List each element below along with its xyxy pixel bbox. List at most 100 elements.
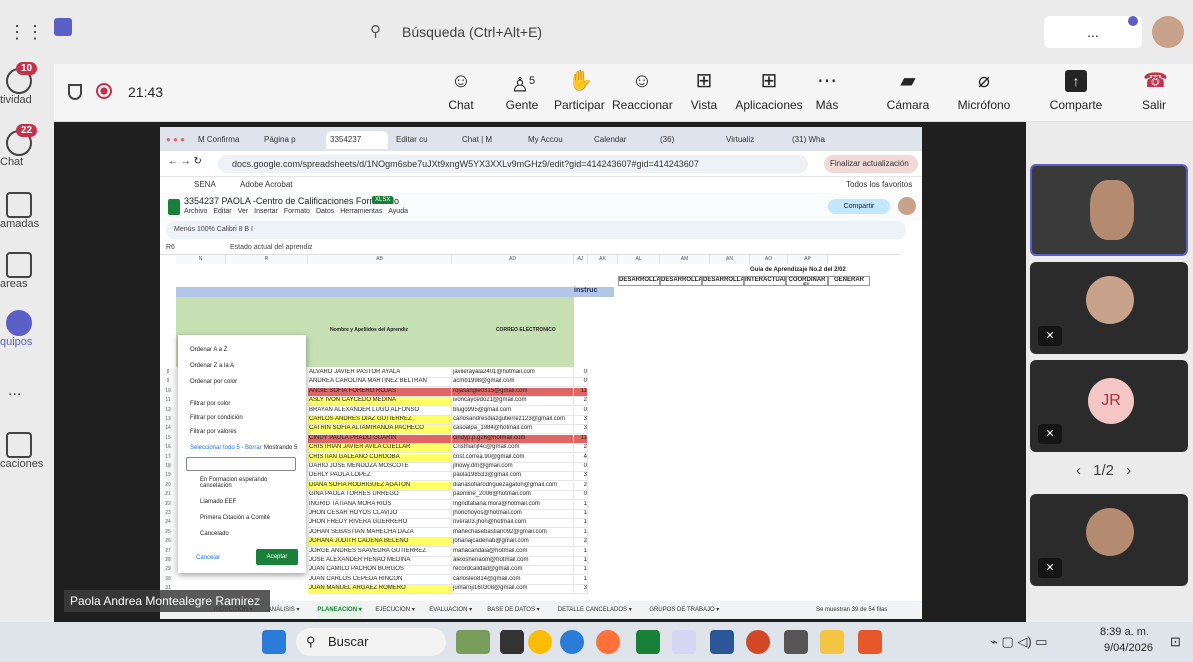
email-cell[interactable]: alexishenaom@hotmail.com — [452, 557, 574, 566]
count-cell[interactable]: 1 — [574, 547, 588, 557]
email-cell[interactable]: johanajcadenab@gmail.com — [452, 538, 574, 548]
notifications-icon[interactable]: ⊡ — [1170, 634, 1181, 650]
firefox-icon[interactable] — [596, 630, 620, 654]
sheet-tab[interactable]: EJECUCION ▾ — [375, 601, 414, 619]
browser-tab[interactable]: Chat | M — [458, 131, 520, 149]
count-cell[interactable]: 2 — [574, 444, 588, 454]
row-number[interactable]: 28 — [160, 557, 176, 566]
count-cell[interactable]: 2 — [574, 481, 588, 491]
student-name-cell[interactable]: JUAN MANUEL ARGAEZ ROMERO — [308, 585, 452, 595]
column-header[interactable]: AB — [308, 255, 452, 264]
count-cell[interactable]: 3 — [574, 472, 588, 482]
column-header[interactable]: AD — [452, 255, 574, 264]
row-number[interactable]: 23 — [160, 510, 176, 519]
row-number[interactable]: 17 — [160, 453, 176, 463]
student-name-cell[interactable]: ANDREA CAROLINA MARTINEZ BELTRAN — [308, 378, 452, 388]
column-header[interactable]: AP — [788, 255, 828, 264]
row-number[interactable]: 25 — [160, 528, 176, 538]
sheet-tab[interactable]: BASE DE DATOS ▾ — [487, 601, 539, 619]
camera-app-icon[interactable] — [784, 630, 808, 654]
row-number[interactable]: 11 — [160, 397, 176, 407]
accept-filter-button[interactable]: Aceptar — [256, 549, 298, 565]
snipping-icon[interactable] — [672, 630, 696, 654]
row-number[interactable]: 30 — [160, 575, 176, 585]
email-cell[interactable]: blugo995@gmail.com — [452, 406, 574, 416]
browser-tab[interactable]: Calendar — [590, 131, 652, 149]
row-number[interactable]: 21 — [160, 491, 176, 501]
search-input[interactable]: Búsqueda (Ctrl+Alt+E) — [402, 24, 542, 40]
browser-tab[interactable]: My Accou — [524, 131, 586, 149]
row-number[interactable]: 26 — [160, 538, 176, 548]
email-cell[interactable]: acmb1998@gmail.com — [452, 378, 574, 388]
count-cell[interactable]: 1 — [574, 519, 588, 529]
url-input[interactable]: docs.google.com/spreadsheets/d/1NOgm6sbe… — [218, 155, 808, 173]
menu-item[interactable]: Ver — [238, 208, 249, 215]
browser-tab[interactable]: (36) — [656, 131, 718, 149]
student-name-cell[interactable]: ALVARO JAVIER PASTOR AYALA — [308, 369, 452, 378]
count-cell[interactable]: 11 — [574, 387, 588, 397]
mic-button[interactable]: ⌀ Micrófono — [954, 70, 1014, 112]
sheet-tab[interactable]: GRUPOS DE TRABAJO ▾ — [649, 601, 719, 619]
count-cell[interactable]: 3 — [574, 425, 588, 435]
react-button[interactable]: ☺ Reaccionar — [612, 70, 673, 112]
more-actions-button[interactable]: ⋯ Más — [812, 70, 842, 112]
email-cell[interactable]: carlosandresdiazgutierrez123@gmail.com — [452, 416, 574, 425]
sheet-tab[interactable]: DETALLE CANCELADOS ▾ — [558, 601, 632, 619]
column-header[interactable]: AL — [618, 255, 660, 264]
windows-start-icon[interactable] — [262, 630, 286, 654]
email-cell[interactable]: mahechasebastian092@gmail.com — [452, 528, 574, 538]
menu-item[interactable]: Herramientas — [340, 208, 382, 215]
column-header[interactable]: AK — [588, 255, 618, 264]
apps-grid-icon[interactable]: ⋮⋮ — [8, 22, 44, 43]
option-citacion[interactable]: Primera Citación a Comité — [200, 515, 270, 521]
file-explorer-icon[interactable] — [820, 630, 844, 654]
word-icon[interactable] — [710, 630, 734, 654]
search-box[interactable]: ⚲ Búsqueda (Ctrl+Alt+E) — [356, 18, 736, 46]
raise-hand-button[interactable]: ✋ Participar — [554, 70, 605, 112]
browser-tab[interactable]: Virtualiz — [722, 131, 784, 149]
row-number[interactable]: 29 — [160, 566, 176, 576]
menu-item[interactable]: Formato — [284, 208, 310, 215]
rail-activity[interactable]: 10 tividad — [0, 62, 54, 106]
column-header[interactable]: R — [226, 255, 308, 264]
update-button[interactable]: Finalizar actualización — [824, 155, 918, 173]
student-name-cell[interactable]: JOHANA JUDITH CADENA BELEÑO — [308, 538, 452, 548]
student-name-cell[interactable]: DARIO JOSE MENDOZA MOSCOTE — [308, 463, 452, 472]
count-cell[interactable]: 0 — [574, 378, 588, 388]
email-cell[interactable]: cindyp.p.g26@hotmail.com — [452, 434, 574, 444]
office-icon[interactable] — [858, 630, 882, 654]
filter-search-input[interactable] — [186, 457, 296, 471]
count-cell[interactable]: 1 — [574, 557, 588, 566]
email-cell[interactable]: Ingridtatiana.mora@hotmail.com — [452, 500, 574, 510]
email-cell[interactable]: jhonchoyos@hotmail.com — [452, 510, 574, 519]
student-name-cell[interactable]: JOSE ALEXANDER HENAO MEDINA — [308, 557, 452, 566]
email-cell[interactable]: carlosleo814@gmail.com — [452, 575, 574, 585]
email-cell[interactable]: paola198533@gmail.com — [452, 472, 574, 482]
sheet-tab[interactable]: ANÁLISIS ▾ — [268, 601, 300, 619]
count-cell[interactable]: 11 — [574, 434, 588, 444]
filter-by-color[interactable]: Filtrar por color — [190, 401, 230, 407]
row-number[interactable]: 13 — [160, 416, 176, 425]
count-cell[interactable]: 2 — [574, 538, 588, 548]
count-cell[interactable]: 4 — [574, 453, 588, 463]
email-cell[interactable]: mahacandala@hotmail.com — [452, 547, 574, 557]
student-name-cell[interactable]: JUAN CAMILO PACHON BURGOS — [308, 566, 452, 576]
student-name-cell[interactable]: DERLY PAOLA LOPEZ — [308, 472, 452, 482]
view-button[interactable]: ⊞ Vista — [686, 70, 722, 112]
sheet-toolbar[interactable]: Menús 100% Calibri 8 B I — [166, 221, 906, 239]
sort-a-z[interactable]: Ordenar A a Z — [190, 347, 227, 353]
count-cell[interactable]: 1 — [574, 566, 588, 576]
all-bookmarks[interactable]: Todos los favoritos — [846, 177, 912, 193]
count-cell[interactable]: 0 — [574, 369, 588, 378]
sheet-tab[interactable]: PLANEACION ▾ — [317, 601, 362, 619]
email-cell[interactable]: jumaroji160308@gmail.com — [452, 585, 574, 595]
count-cell[interactable]: 0 — [574, 406, 588, 416]
participant-tile-jr[interactable]: JR ✕ — [1030, 360, 1188, 452]
column-header[interactable]: AM — [660, 255, 710, 264]
count-cell[interactable]: 1 — [574, 500, 588, 510]
student-name-cell[interactable]: JUAN CARLOS CEPEDA RINCON — [308, 575, 452, 585]
row-number[interactable]: 10 — [160, 387, 176, 397]
student-name-cell[interactable]: CINDY PAOLA PRADO GUARIN — [308, 434, 452, 444]
email-cell[interactable]: rivera03.jhon@hotmail.com — [452, 519, 574, 529]
student-name-cell[interactable]: GINA PAOLA TORRES URREGO — [308, 491, 452, 501]
